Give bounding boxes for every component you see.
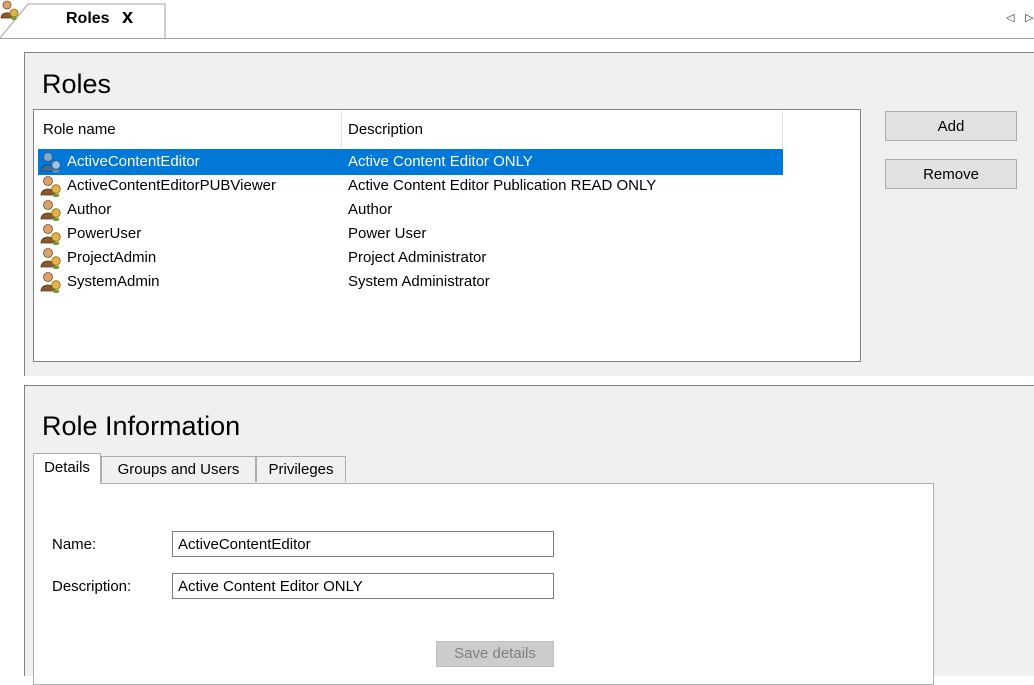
- column-divider[interactable]: [341, 111, 342, 148]
- roles-heading: Roles: [42, 69, 112, 99]
- details-tab-page: Name: Description: Save details: [33, 483, 934, 685]
- remove-button[interactable]: Remove: [885, 159, 1017, 189]
- role-name: ActiveContentEditorPUBViewer: [67, 177, 276, 194]
- role-user-icon: [0, 0, 19, 20]
- column-header-description[interactable]: Description: [348, 121, 423, 138]
- tab-groups-and-users[interactable]: Groups and Users: [101, 456, 256, 482]
- role-information-panel: Role Information Details Groups and User…: [24, 385, 1034, 685]
- role-user-icon: [40, 248, 61, 269]
- role-user-icon: [40, 152, 61, 173]
- tab-privileges[interactable]: Privileges: [256, 456, 346, 482]
- scroll-left-icon[interactable]: ◁: [1006, 11, 1014, 24]
- role-user-icon: [40, 272, 61, 293]
- role-information-heading: Role Information: [42, 411, 241, 441]
- column-header-role-name[interactable]: Role name: [43, 121, 116, 138]
- role-description: Power User: [348, 225, 427, 242]
- tab-strip-divider: [0, 38, 1034, 39]
- role-description: Active Content Editor ONLY: [348, 153, 533, 170]
- role-description: System Administrator: [348, 273, 490, 290]
- scroll-right-icon[interactable]: ▷: [1025, 11, 1033, 24]
- role-info-tabs: Details Groups and Users Privileges: [33, 453, 853, 484]
- role-name: ProjectAdmin: [67, 249, 157, 266]
- role-user-icon: [40, 224, 61, 245]
- role-name: PowerUser: [67, 225, 142, 242]
- description-label: Description:: [52, 578, 132, 595]
- save-details-button[interactable]: Save details: [436, 641, 554, 667]
- role-name: Author: [67, 201, 112, 218]
- role-description: Project Administrator: [348, 249, 487, 266]
- tab-details[interactable]: Details: [33, 453, 101, 484]
- list-item[interactable]: ProjectAdmin Project Administrator: [38, 245, 783, 271]
- roles-panel: Roles Role name Description ActiveConten…: [24, 52, 1034, 376]
- role-name: SystemAdmin: [67, 273, 160, 290]
- list-item[interactable]: ActiveContentEditorPUBViewer Active Conte…: [38, 173, 783, 199]
- role-name: ActiveContentEditor: [67, 153, 200, 170]
- document-tab-strip: Roles x ◁ ▷: [0, 0, 1034, 40]
- list-item[interactable]: Author Author: [38, 197, 783, 223]
- role-description: Active Content Editor Publication READ O…: [348, 177, 657, 194]
- list-item[interactable]: SystemAdmin System Administrator: [38, 269, 783, 295]
- name-label: Name:: [52, 536, 97, 553]
- name-field[interactable]: [172, 531, 554, 557]
- column-divider[interactable]: [782, 111, 783, 148]
- roles-document-tab[interactable]: Roles x: [0, 0, 200, 40]
- add-button[interactable]: Add: [885, 111, 1017, 141]
- tab-title: Roles: [66, 10, 110, 27]
- role-description: Author: [348, 201, 393, 218]
- role-user-icon: [40, 200, 61, 221]
- close-icon[interactable]: x: [122, 7, 133, 27]
- roles-list[interactable]: Role name Description ActiveContentEdito…: [33, 109, 861, 362]
- description-field[interactable]: [172, 573, 554, 599]
- list-item[interactable]: ActiveContentEditor Active Content Editor…: [38, 149, 783, 175]
- role-user-icon: [40, 176, 61, 197]
- list-item[interactable]: PowerUser Power User: [38, 221, 783, 247]
